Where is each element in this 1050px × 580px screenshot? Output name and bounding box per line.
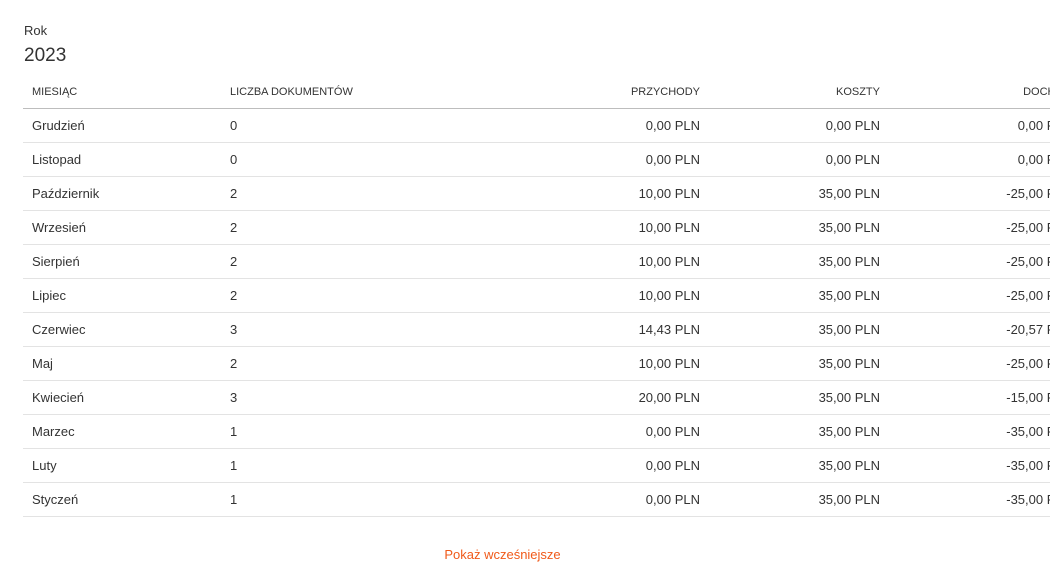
cell-documents: 3	[220, 380, 510, 415]
cell-costs: 35,00 PLN	[710, 244, 890, 279]
cell-income: 0,00 PLN	[510, 482, 710, 517]
table-row: Czerwiec314,43 PLN35,00 PLN-20,57 PLN	[23, 312, 1050, 347]
column-header-net: DOCHÓD	[890, 75, 1050, 109]
cell-costs: 35,00 PLN	[710, 482, 890, 517]
cell-net: 0,00 PLN	[890, 142, 1050, 177]
cell-month: Luty	[23, 448, 220, 483]
cell-costs: 35,00 PLN	[710, 278, 890, 313]
cell-documents: 3	[220, 312, 510, 347]
cell-documents: 2	[220, 346, 510, 381]
column-header-income: PRZYCHODY	[510, 75, 710, 109]
cell-costs: 35,00 PLN	[710, 176, 890, 211]
cell-month: Styczeń	[23, 482, 220, 517]
cell-month: Sierpień	[23, 244, 220, 279]
table-row: Październik210,00 PLN35,00 PLN-25,00 PLN	[23, 176, 1050, 211]
cell-costs: 35,00 PLN	[710, 448, 890, 483]
cell-income: 10,00 PLN	[510, 346, 710, 381]
cell-income: 10,00 PLN	[510, 278, 710, 313]
cell-net: -25,00 PLN	[890, 210, 1050, 245]
cell-month: Lipiec	[23, 278, 220, 313]
cell-documents: 1	[220, 482, 510, 517]
table-row: Listopad00,00 PLN0,00 PLN0,00 PLN	[23, 142, 1050, 177]
cell-net: -35,00 PLN	[890, 448, 1050, 483]
cell-income: 14,43 PLN	[510, 312, 710, 347]
table-row: Lipiec210,00 PLN35,00 PLN-25,00 PLN	[23, 278, 1050, 313]
cell-documents: 2	[220, 278, 510, 313]
table-row: Wrzesień210,00 PLN35,00 PLN-25,00 PLN	[23, 210, 1050, 245]
cell-documents: 2	[220, 244, 510, 279]
table-header-row: MIESIĄC LICZBA DOKUMENTÓW PRZYCHODY KOSZ…	[23, 75, 1050, 109]
cell-costs: 35,00 PLN	[710, 380, 890, 415]
table-row: Maj210,00 PLN35,00 PLN-25,00 PLN	[23, 346, 1050, 381]
cell-month: Kwiecień	[23, 380, 220, 415]
cell-net: -35,00 PLN	[890, 482, 1050, 517]
table-body: Grudzień00,00 PLN0,00 PLN0,00 PLNListopa…	[23, 108, 1050, 517]
cell-month: Maj	[23, 346, 220, 381]
cell-net: -20,57 PLN	[890, 312, 1050, 347]
cell-income: 10,00 PLN	[510, 244, 710, 279]
cell-net: 0,00 PLN	[890, 108, 1050, 143]
year-section: Rok 2023	[24, 23, 66, 68]
year-value: 2023	[24, 45, 67, 66]
cell-costs: 0,00 PLN	[710, 108, 890, 143]
cell-income: 0,00 PLN	[510, 108, 710, 143]
cell-documents: 1	[220, 414, 510, 449]
cell-income: 20,00 PLN	[510, 380, 710, 415]
column-header-costs: KOSZTY	[710, 75, 890, 109]
table-row: Marzec10,00 PLN35,00 PLN-35,00 PLN	[23, 414, 1050, 449]
column-header-month: MIESIĄC	[23, 75, 220, 109]
cell-month: Październik	[23, 176, 220, 211]
table-row: Kwiecień320,00 PLN35,00 PLN-15,00 PLN	[23, 380, 1050, 415]
table-row: Styczeń10,00 PLN35,00 PLN-35,00 PLN	[23, 482, 1050, 517]
cell-month: Czerwiec	[23, 312, 220, 347]
cell-costs: 35,00 PLN	[710, 312, 890, 347]
year-label: Rok	[24, 23, 48, 38]
cell-month: Wrzesień	[23, 210, 220, 245]
table-row: Luty10,00 PLN35,00 PLN-35,00 PLN	[23, 448, 1050, 483]
show-earlier-link[interactable]: Pokaż wcześniejsze	[0, 547, 1005, 562]
table-row: Grudzień00,00 PLN0,00 PLN0,00 PLN	[23, 108, 1050, 143]
cell-documents: 1	[220, 448, 510, 483]
cell-costs: 35,00 PLN	[710, 346, 890, 381]
cell-costs: 0,00 PLN	[710, 142, 890, 177]
cell-net: -25,00 PLN	[890, 346, 1050, 381]
page: Rok 2023 MIESIĄC LICZBA DOKUMENTÓW PRZYC…	[0, 0, 1050, 580]
cell-documents: 0	[220, 142, 510, 177]
column-header-documents: LICZBA DOKUMENTÓW	[220, 75, 510, 109]
cell-net: -15,00 PLN	[890, 380, 1050, 415]
cell-month: Marzec	[23, 414, 220, 449]
cell-income: 0,00 PLN	[510, 414, 710, 449]
cell-net: -25,00 PLN	[890, 176, 1050, 211]
monthly-summary-table: MIESIĄC LICZBA DOKUMENTÓW PRZYCHODY KOSZ…	[23, 75, 1050, 517]
cell-documents: 0	[220, 108, 510, 143]
cell-income: 10,00 PLN	[510, 176, 710, 211]
cell-net: -25,00 PLN	[890, 278, 1050, 313]
cell-month: Listopad	[23, 142, 220, 177]
cell-income: 0,00 PLN	[510, 142, 710, 177]
cell-documents: 2	[220, 176, 510, 211]
cell-net: -35,00 PLN	[890, 414, 1050, 449]
cell-costs: 35,00 PLN	[710, 210, 890, 245]
cell-month: Grudzień	[23, 108, 220, 143]
cell-net: -25,00 PLN	[890, 244, 1050, 279]
cell-income: 10,00 PLN	[510, 210, 710, 245]
table-row: Sierpień210,00 PLN35,00 PLN-25,00 PLN	[23, 244, 1050, 279]
cell-documents: 2	[220, 210, 510, 245]
cell-costs: 35,00 PLN	[710, 414, 890, 449]
cell-income: 0,00 PLN	[510, 448, 710, 483]
